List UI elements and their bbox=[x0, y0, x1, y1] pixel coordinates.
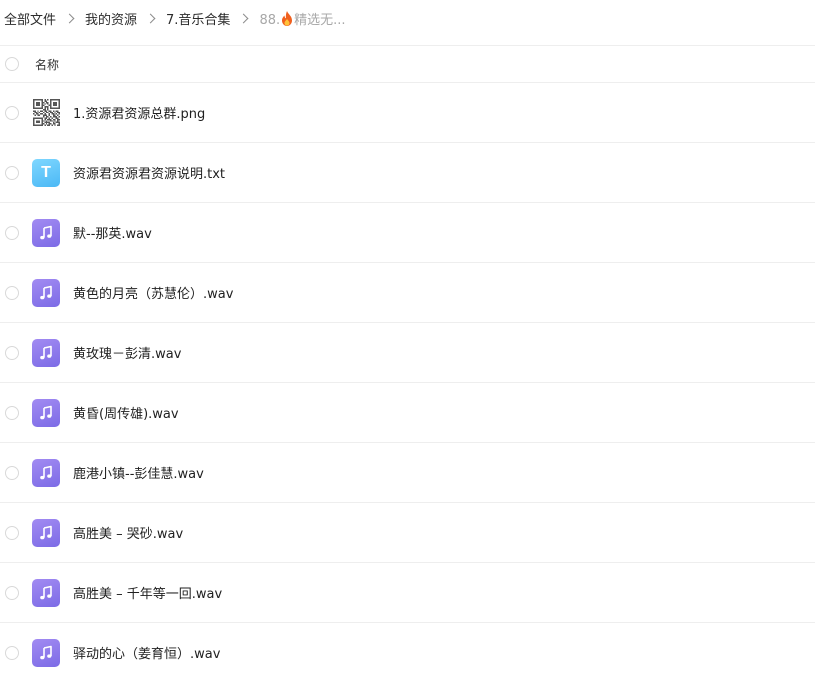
row-checkbox[interactable] bbox=[5, 645, 19, 660]
row-checkbox[interactable] bbox=[5, 585, 19, 600]
row-checkbox[interactable] bbox=[5, 525, 19, 540]
row-checkbox[interactable] bbox=[5, 105, 19, 120]
list-header: 名称 bbox=[0, 45, 815, 83]
breadcrumb-my-resources[interactable]: 我的资源 bbox=[85, 9, 137, 28]
file-name[interactable]: 黄色的月亮（苏慧伦）.wav bbox=[73, 283, 233, 302]
row-checkbox[interactable] bbox=[5, 285, 19, 300]
breadcrumb-music-collection[interactable]: 7.音乐合集 bbox=[166, 9, 230, 28]
breadcrumb-current-prefix: 88. bbox=[259, 12, 281, 28]
file-name[interactable]: 黄玫瑰－彭清.wav bbox=[73, 343, 181, 362]
name-column-header[interactable]: 名称 bbox=[35, 56, 59, 73]
music-note-icon bbox=[32, 458, 60, 487]
file-list: 1.资源君资源总群.png T 资源君资源君资源说明.txt 默--那英.wav… bbox=[0, 83, 815, 674]
chevron-right-icon bbox=[238, 13, 249, 23]
music-note-icon bbox=[32, 278, 60, 307]
music-note-icon bbox=[32, 398, 60, 427]
file-name[interactable]: 黄昏(周传雄).wav bbox=[73, 403, 179, 422]
chevron-right-icon bbox=[145, 13, 156, 23]
music-note-icon bbox=[32, 338, 60, 367]
music-note-icon bbox=[32, 638, 60, 667]
row-checkbox[interactable] bbox=[5, 225, 19, 240]
file-row[interactable]: T 资源君资源君资源说明.txt bbox=[0, 143, 815, 203]
file-name[interactable]: 1.资源君资源总群.png bbox=[73, 103, 205, 122]
music-note-icon bbox=[32, 578, 60, 607]
file-name[interactable]: 驿动的心（姜育恒）.wav bbox=[73, 643, 220, 662]
breadcrumb: 全部文件 我的资源 7.音乐合集 88. 精选无... bbox=[0, 0, 815, 36]
file-row[interactable]: 默--那英.wav bbox=[0, 203, 815, 263]
music-note-icon bbox=[32, 218, 60, 247]
qr-code-icon bbox=[32, 98, 60, 127]
file-row[interactable]: 1.资源君资源总群.png bbox=[0, 83, 815, 143]
file-row[interactable]: 黄色的月亮（苏慧伦）.wav bbox=[0, 263, 815, 323]
file-row[interactable]: 高胜美 – 哭砂.wav bbox=[0, 503, 815, 563]
breadcrumb-current-folder: 88. 精选无... bbox=[259, 9, 346, 28]
file-name[interactable]: 默--那英.wav bbox=[73, 223, 152, 242]
select-all-checkbox[interactable] bbox=[5, 57, 19, 71]
file-row[interactable]: 黄昏(周传雄).wav bbox=[0, 383, 815, 443]
row-checkbox[interactable] bbox=[5, 165, 19, 180]
chevron-right-icon bbox=[64, 13, 75, 23]
file-row[interactable]: 高胜美 – 千年等一回.wav bbox=[0, 563, 815, 623]
fire-icon bbox=[282, 10, 293, 26]
breadcrumb-current-suffix: 精选无... bbox=[294, 12, 346, 28]
row-checkbox[interactable] bbox=[5, 345, 19, 360]
file-row[interactable]: 黄玫瑰－彭清.wav bbox=[0, 323, 815, 383]
file-name[interactable]: 资源君资源君资源说明.txt bbox=[73, 163, 225, 182]
text-file-icon: T bbox=[32, 158, 60, 187]
row-checkbox[interactable] bbox=[5, 465, 19, 480]
file-name[interactable]: 高胜美 – 千年等一回.wav bbox=[73, 583, 222, 602]
row-checkbox[interactable] bbox=[5, 405, 19, 420]
music-note-icon bbox=[32, 518, 60, 547]
file-row[interactable]: 鹿港小镇--彭佳慧.wav bbox=[0, 443, 815, 503]
file-name[interactable]: 高胜美 – 哭砂.wav bbox=[73, 523, 183, 542]
file-name[interactable]: 鹿港小镇--彭佳慧.wav bbox=[73, 463, 204, 482]
file-row[interactable]: 驿动的心（姜育恒）.wav bbox=[0, 623, 815, 674]
breadcrumb-all-files[interactable]: 全部文件 bbox=[4, 9, 56, 28]
